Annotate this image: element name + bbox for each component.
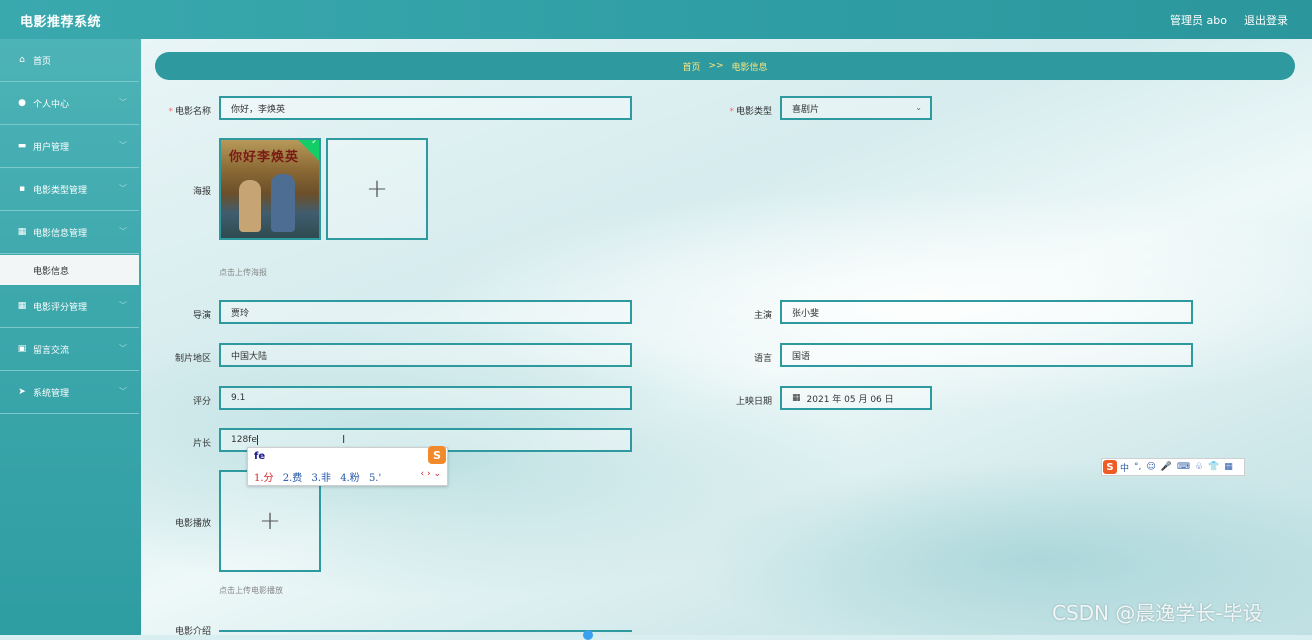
ime-candidate[interactable]: 4.粉 — [340, 473, 360, 484]
lead-actor-label: 主演 — [753, 311, 772, 321]
poster-upload-hint: 点击上传海报 — [219, 268, 267, 277]
intro-textarea[interactable] — [219, 630, 632, 637]
admin-label: 管理员 abo — [1170, 14, 1227, 27]
poster-figure — [239, 180, 261, 232]
grid-icon: ▦ — [17, 227, 27, 237]
rating-input[interactable]: 9.1 — [219, 386, 632, 410]
sidebar-item-label: 电影评分管理 — [33, 302, 88, 313]
book-icon: ▣ — [17, 344, 27, 354]
breadcrumb-home[interactable]: 首页 — [682, 60, 700, 73]
emoji-icon[interactable]: ☺ — [1146, 462, 1155, 472]
logout-button[interactable]: 退出登录 — [1244, 12, 1288, 28]
sidebar-item-messages[interactable]: ▣ 留言交流 ﹀ — [0, 328, 139, 371]
sidebar-item-label: 电影信息管理 — [33, 228, 88, 239]
sidebar-item-personal-center[interactable]: ● 个人中心 ﹀ — [0, 82, 139, 125]
scroll-handle[interactable] — [583, 630, 593, 640]
sidebar-subitem-movie-info[interactable]: 电影信息 — [0, 255, 139, 285]
upload-success-badge: ✓ — [295, 138, 319, 162]
sidebar-item-movie-info-management[interactable]: ▦ 电影信息管理 ﹀ — [0, 211, 139, 254]
chevron-down-icon: ﹀ — [119, 301, 127, 310]
lead-actor-input[interactable]: 张小斐 — [780, 300, 1193, 324]
language-input[interactable]: 国语 — [780, 343, 1193, 367]
ime-page-nav[interactable]: ‹ › ⌄ — [421, 469, 441, 479]
duration-label: 片长 — [192, 439, 211, 449]
sidebar-item-movie-type-management[interactable]: ▪ 电影类型管理 ﹀ — [0, 168, 139, 211]
region-label: 制片地区 — [174, 354, 211, 364]
microphone-icon[interactable]: 🎤 — [1161, 462, 1172, 472]
skin-icon[interactable]: 👕 — [1208, 462, 1219, 472]
sidebar-item-label: 首页 — [33, 56, 52, 67]
poster-label: 海报 — [192, 187, 211, 197]
sidebar-item-label: 个人中心 — [33, 99, 70, 110]
sidebar-item-label: 电影类型管理 — [33, 185, 88, 196]
sidebar-item-label: 系统管理 — [33, 388, 70, 399]
breadcrumb: 首页 >> 电影信息 — [155, 52, 1295, 80]
home-icon: ⌂ — [19, 55, 25, 65]
chat-icon: ▪ — [18, 184, 26, 194]
language-label: 语言 — [753, 354, 772, 364]
intro-label: 电影介绍 — [174, 627, 211, 637]
sidebar-item-system-management[interactable]: ➤ 系统管理 ﹀ — [0, 371, 139, 414]
grid-icon: ▦ — [17, 301, 27, 311]
ime-candidate[interactable]: 3.非 — [311, 473, 331, 484]
send-icon: ➤ — [18, 387, 26, 397]
chevron-down-icon: ﹀ — [119, 141, 127, 150]
keyboard-icon[interactable]: ⌨ — [1177, 462, 1190, 472]
sogou-logo-icon[interactable]: S — [1103, 460, 1117, 474]
ime-candidates: 1.分 2.费 3.非 4.粉 5.' — [254, 469, 387, 484]
ime-candidate-popup: fe S 1.分 2.费 3.非 4.粉 5.' ‹ › ⌄ — [247, 446, 448, 486]
rating-label: 评分 — [192, 397, 211, 407]
top-bar: 电影推荐系统 管理员 abo 退出登录 — [0, 0, 1312, 39]
poster-upload-button[interactable]: + — [326, 138, 428, 240]
ime-candidate[interactable]: 5.' — [369, 473, 381, 484]
plus-icon: + — [259, 506, 281, 536]
user-icon: ● — [18, 98, 26, 108]
app-title: 电影推荐系统 — [20, 15, 102, 30]
chevron-down-icon: ﹀ — [119, 344, 127, 353]
ime-input-text: fe — [254, 451, 266, 462]
sidebar-subitem-label: 电影信息 — [33, 266, 70, 277]
release-date-label: 上映日期 — [735, 397, 772, 407]
chevron-down-icon: ﹀ — [119, 227, 127, 236]
menu-grid-icon[interactable]: ▦ — [1224, 462, 1233, 472]
release-date-picker[interactable]: ▦ 2021 年 05 月 06 日 — [780, 386, 932, 410]
chevron-down-icon: ﹀ — [119, 184, 127, 193]
calendar-icon: ▦ — [792, 393, 801, 403]
sidebar-item-label: 留言交流 — [33, 345, 70, 356]
sidebar: ⌂ 首页 ● 个人中心 ﹀ ▬ 用户管理 ﹀ ▪ 电影类型管理 ﹀ ▦ 电影信息… — [0, 39, 141, 635]
poster-image[interactable]: 你好李焕英 ✓ — [219, 138, 321, 240]
check-icon: ✓ — [311, 138, 318, 146]
poster-figure — [271, 174, 295, 232]
text-cursor-icon: I — [342, 433, 346, 446]
sidebar-item-home[interactable]: ⌂ 首页 — [0, 39, 139, 82]
ime-candidate[interactable]: 2.费 — [283, 473, 303, 484]
sidebar-item-movie-rating-management[interactable]: ▦ 电影评分管理 ﹀ — [0, 285, 139, 328]
monitor-icon: ▬ — [17, 141, 27, 151]
region-input[interactable]: 中国大陆 — [219, 343, 632, 367]
punctuation-icon[interactable]: °, — [1134, 462, 1141, 472]
watermark: CSDN @晨逸学长-毕设 — [1052, 601, 1263, 625]
ime-toolbar: S 中 °, ☺ 🎤 ⌨ ♧ 👕 ▦ — [1101, 458, 1245, 476]
ime-mode-chinese[interactable]: 中 — [1120, 461, 1129, 474]
movie-name-input[interactable]: 你好，李焕英 — [219, 96, 632, 120]
plus-icon: + — [366, 174, 388, 204]
chevron-down-icon: ﹀ — [119, 387, 127, 396]
breadcrumb-separator: >> — [708, 61, 724, 71]
ime-candidate[interactable]: 1.分 — [254, 473, 274, 484]
playback-upload-hint: 点击上传电影播放 — [219, 586, 283, 595]
movie-name-label: * 电影名称 — [168, 107, 211, 117]
director-label: 导演 — [192, 311, 211, 321]
sidebar-item-user-management[interactable]: ▬ 用户管理 ﹀ — [0, 125, 139, 168]
movie-type-label: * 电影类型 — [729, 107, 772, 117]
movie-type-select[interactable]: 喜剧片 ⌄ — [780, 96, 932, 120]
tools-icon[interactable]: ♧ — [1195, 462, 1203, 472]
chevron-down-icon: ﹀ — [119, 98, 127, 107]
breadcrumb-current: 电影信息 — [731, 62, 768, 73]
sogou-logo-icon: S — [428, 446, 446, 464]
sidebar-item-label: 用户管理 — [33, 142, 70, 153]
playback-label: 电影播放 — [174, 519, 211, 529]
poster-title: 你好李焕英 — [229, 150, 300, 165]
director-input[interactable]: 贾玲 — [219, 300, 632, 324]
chevron-down-icon: ⌄ — [915, 103, 922, 112]
